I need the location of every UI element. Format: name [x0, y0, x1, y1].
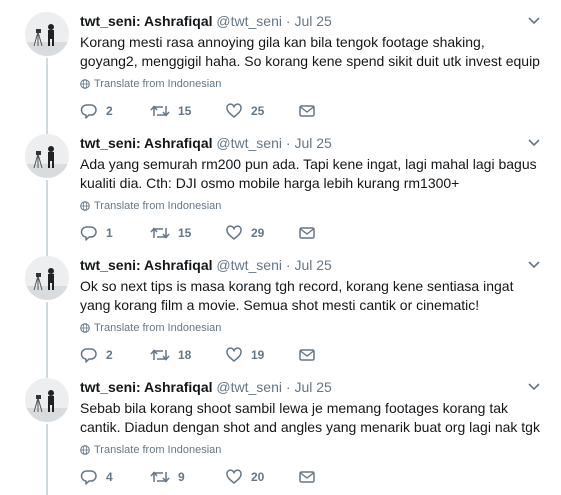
reply-button[interactable]: 2 — [80, 102, 113, 120]
tweet[interactable]: twt_seni: Ashrafiqal @twt_seni · Jul 25 … — [0, 244, 561, 366]
tweet[interactable]: twt_seni: Ashrafiqal @twt_seni · Jul 25 … — [0, 366, 561, 488]
tweet-header: twt_seni: Ashrafiqal @twt_seni · Jul 25 — [80, 379, 332, 395]
separator: · — [285, 135, 291, 151]
like-button[interactable]: 20 — [225, 468, 264, 486]
retweet-button[interactable]: 18 — [150, 346, 191, 364]
timestamp[interactable]: Jul 25 — [294, 257, 331, 273]
chevron-down-icon[interactable] — [528, 382, 540, 392]
translate-label: Translate from Indonesian — [94, 444, 222, 456]
timestamp[interactable]: Jul 25 — [294, 135, 331, 151]
display-name[interactable]: twt_seni: Ashrafiqal — [80, 13, 213, 29]
retweet-icon — [150, 227, 170, 239]
tweet-header: twt_seni: Ashrafiqal @twt_seni · Jul 25 — [80, 257, 332, 273]
translate-label: Translate from Indonesian — [94, 322, 222, 334]
like-icon — [226, 469, 242, 484]
translate-link[interactable]: Translate from Indonesian — [80, 78, 221, 90]
avatar[interactable] — [25, 256, 69, 300]
tweet-text: Sebab bila korang shoot sambil lewa je m… — [80, 400, 540, 435]
reply-count: 1 — [106, 226, 113, 240]
retweet-button[interactable]: 9 — [150, 468, 185, 486]
like-icon — [226, 347, 242, 362]
chevron-down-icon[interactable] — [528, 138, 540, 148]
globe-icon — [80, 323, 90, 333]
direct-message-button[interactable] — [298, 468, 316, 486]
avatar-image — [25, 256, 69, 300]
reply-count: 2 — [106, 348, 113, 362]
like-button[interactable]: 25 — [225, 102, 264, 120]
retweet-count: 15 — [178, 226, 192, 240]
direct-message-button[interactable] — [298, 102, 316, 120]
handle[interactable]: @twt_seni — [216, 379, 282, 395]
reply-icon — [80, 348, 97, 363]
tweet-text: Ada yang semurah rm200 pun ada. Tapi ken… — [80, 156, 537, 191]
direct-message-button[interactable] — [298, 346, 316, 364]
reply-button[interactable]: 4 — [80, 468, 113, 486]
retweet-count: 15 — [178, 104, 192, 118]
timestamp[interactable]: Jul 25 — [294, 379, 331, 395]
tweet-text: Korang mesti rasa annoying gila kan bila… — [80, 34, 540, 69]
retweet-button[interactable]: 15 — [150, 224, 191, 242]
translate-link[interactable]: Translate from Indonesian — [80, 444, 221, 456]
chevron-down-icon[interactable] — [528, 260, 540, 270]
handle[interactable]: @twt_seni — [216, 257, 282, 273]
direct-message-icon — [299, 471, 315, 483]
tweet[interactable]: twt_seni: Ashrafiqal @twt_seni · Jul 25 … — [0, 0, 561, 122]
retweet-count: 18 — [178, 348, 192, 362]
direct-message-icon — [299, 349, 315, 361]
reply-button[interactable]: 2 — [80, 346, 113, 364]
tweet-header: twt_seni: Ashrafiqal @twt_seni · Jul 25 — [80, 135, 332, 151]
retweet-icon — [150, 349, 170, 361]
translate-label: Translate from Indonesian — [94, 200, 222, 212]
translate-link[interactable]: Translate from Indonesian — [80, 322, 221, 334]
tweet-text: Ok so next tips is masa korang tgh recor… — [80, 278, 514, 313]
direct-message-button[interactable] — [298, 224, 316, 242]
retweet-icon — [150, 471, 170, 483]
direct-message-icon — [299, 105, 315, 117]
separator: · — [285, 257, 291, 273]
translate-link[interactable]: Translate from Indonesian — [80, 200, 221, 212]
tweet[interactable]: twt_seni: Ashrafiqal @twt_seni · Jul 25 … — [0, 122, 561, 244]
display-name[interactable]: twt_seni: Ashrafiqal — [80, 135, 213, 151]
display-name[interactable]: twt_seni: Ashrafiqal — [80, 257, 213, 273]
retweet-icon — [150, 105, 170, 117]
separator: · — [285, 379, 291, 395]
direct-message-icon — [299, 227, 315, 239]
like-count: 19 — [251, 348, 265, 362]
display-name[interactable]: twt_seni: Ashrafiqal — [80, 379, 213, 395]
reply-count: 2 — [106, 104, 113, 118]
avatar-image — [25, 12, 69, 56]
like-count: 25 — [251, 104, 265, 118]
chevron-down-icon[interactable] — [528, 16, 540, 26]
avatar[interactable] — [25, 12, 69, 56]
reply-button[interactable]: 1 — [80, 224, 113, 242]
tweet-header: twt_seni: Ashrafiqal @twt_seni · Jul 25 — [80, 13, 332, 29]
handle[interactable]: @twt_seni — [216, 13, 282, 29]
retweet-button[interactable]: 15 — [150, 102, 191, 120]
avatar-image — [25, 134, 69, 178]
globe-icon — [80, 79, 90, 89]
reply-icon — [80, 104, 97, 119]
globe-icon — [80, 201, 90, 211]
globe-icon — [80, 445, 90, 455]
avatar[interactable] — [25, 134, 69, 178]
like-count: 20 — [251, 470, 265, 484]
like-button[interactable]: 19 — [225, 346, 264, 364]
timestamp[interactable]: Jul 25 — [294, 13, 331, 29]
reply-count: 4 — [106, 470, 113, 484]
handle[interactable]: @twt_seni — [216, 135, 282, 151]
reply-icon — [80, 470, 97, 485]
avatar[interactable] — [25, 378, 69, 422]
reply-icon — [80, 226, 97, 241]
avatar-image — [25, 378, 69, 422]
translate-label: Translate from Indonesian — [94, 78, 222, 90]
like-icon — [226, 225, 242, 240]
like-icon — [226, 103, 242, 118]
retweet-count: 9 — [178, 470, 185, 484]
like-count: 29 — [251, 226, 265, 240]
like-button[interactable]: 29 — [225, 224, 264, 242]
separator: · — [285, 13, 291, 29]
